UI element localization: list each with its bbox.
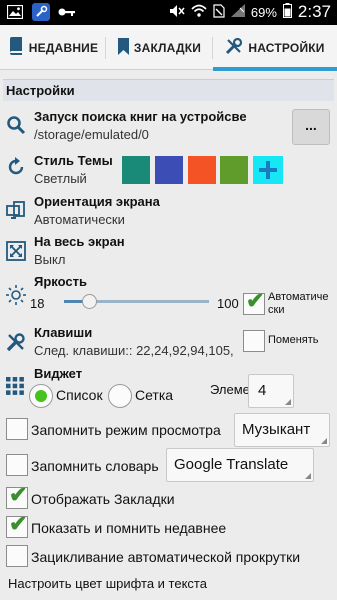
theme-value[interactable]: Светлый — [34, 171, 87, 186]
auto-brightness-label: Автоматически — [268, 291, 329, 316]
image-icon — [6, 3, 24, 21]
brightness-min: 18 — [30, 296, 45, 311]
show-recent-label: Показать и помнить недавнее — [31, 520, 227, 536]
view-mode-value: Музыкант — [242, 421, 311, 438]
dropdown-corner-icon — [285, 399, 291, 405]
theme-refresh-icon — [6, 157, 26, 177]
tab-recent-label: НЕДАВНИЕ — [28, 40, 99, 55]
check-icon: ✔ — [9, 511, 28, 536]
brightness-slider-thumb[interactable] — [81, 294, 97, 309]
fullscreen-value[interactable]: Выкл — [34, 252, 65, 267]
orientation-icon — [6, 201, 26, 221]
auto-brightness-checkbox[interactable]: ✔ — [243, 288, 265, 315]
remember-dict-label: Запомнить словарь — [31, 458, 159, 474]
tab-bookmarks[interactable]: ЗАКЛАДКИ — [106, 25, 213, 70]
theme-color-swatch[interactable] — [155, 156, 183, 184]
widget-title: Виджет — [34, 366, 83, 381]
search-books-path: /storage/emulated/0 — [34, 127, 149, 142]
show-bookmarks-label: Отображать Закладки — [31, 491, 175, 507]
brightness-icon — [6, 285, 26, 305]
bookmark-icon — [117, 37, 129, 58]
remember-view-label: Запомнить режим просмотра — [31, 422, 221, 438]
wifi-icon — [191, 4, 207, 20]
show-bookmarks-checkbox[interactable]: ✔ — [6, 482, 28, 509]
orientation-title: Ориентация экрана — [34, 194, 160, 209]
font-color-setting[interactable]: Настроить цвет шрифта и текста — [8, 576, 207, 591]
swap-keys-checkbox[interactable]: ✔ — [243, 330, 265, 352]
key-icon — [58, 3, 76, 21]
tools-icon — [225, 37, 243, 58]
search-books-title[interactable]: Запуск поиска книг на устройсве — [34, 109, 247, 124]
tab-settings-label: НАСТРОЙКИ — [248, 40, 325, 55]
battery-icon — [282, 3, 292, 21]
tab-bar: НЕДАВНИЕ ЗАКЛАДКИ НАСТРОЙКИ — [0, 25, 337, 71]
keys-title: Клавиши — [34, 325, 93, 340]
widget-list-radio[interactable] — [29, 384, 53, 408]
tab-bookmarks-label: ЗАКЛАДКИ — [133, 40, 202, 55]
swap-keys-label: Поменять — [268, 334, 319, 346]
section-header: Настройки — [3, 79, 334, 101]
search-icon — [6, 115, 26, 135]
battery-percent: 69% — [250, 4, 277, 20]
fullscreen-icon — [6, 241, 26, 261]
orientation-value[interactable]: Автоматически — [34, 212, 125, 227]
dictionary-dropdown[interactable]: Google Translate — [166, 448, 314, 482]
autoscroll-loop-label: Зацикливание автоматической прокрутки — [31, 549, 301, 565]
widget-list-label: Список — [56, 387, 103, 403]
tab-recent[interactable]: НЕДАВНИЕ — [0, 25, 106, 70]
book-icon — [8, 37, 24, 58]
tools-icon — [6, 332, 26, 352]
brightness-title: Яркость — [34, 274, 87, 289]
dictionary-value: Google Translate — [174, 456, 289, 473]
signal-icon — [230, 4, 245, 20]
radio-selected-dot — [35, 390, 47, 402]
theme-color-swatch[interactable] — [220, 156, 248, 184]
autoscroll-loop-checkbox[interactable]: ✔ — [6, 545, 28, 567]
remember-dict-checkbox[interactable]: ✔ — [6, 454, 28, 476]
grid-icon — [6, 377, 26, 397]
tab-settings[interactable]: НАСТРОЙКИ — [213, 25, 337, 71]
dropdown-corner-icon — [321, 438, 327, 444]
wrench-app-icon — [32, 3, 50, 21]
brightness-max: 100 — [217, 296, 239, 311]
theme-title: Стиль Темы — [34, 153, 113, 168]
widget-grid-label: Сетка — [135, 387, 174, 403]
show-recent-checkbox[interactable]: ✔ — [6, 511, 28, 538]
clock: 2:37 — [297, 2, 331, 21]
settings-panel: Настройки Запуск поиска книг на устройсв… — [0, 71, 337, 600]
browse-folder-button[interactable]: ... — [292, 109, 330, 145]
status-bar: 69% 2:37 — [0, 0, 337, 25]
widget-elements-value: 4 — [258, 382, 267, 399]
theme-color-swatch[interactable] — [188, 156, 216, 184]
check-icon: ✔ — [9, 482, 28, 507]
theme-color-swatch[interactable] — [122, 156, 150, 184]
add-color-button[interactable] — [253, 156, 283, 184]
no-sim-icon — [213, 3, 225, 21]
view-mode-dropdown[interactable]: Музыкант — [234, 413, 330, 447]
remember-view-checkbox[interactable]: ✔ — [6, 418, 28, 440]
mute-icon — [169, 4, 185, 21]
fullscreen-title: На весь экран — [34, 234, 125, 249]
check-icon: ✔ — [246, 288, 265, 313]
keys-value[interactable]: След. клавиши:: 22,24,92,94,105, — [34, 343, 234, 358]
dropdown-corner-icon — [305, 473, 311, 479]
widget-grid-radio[interactable] — [108, 384, 132, 408]
widget-elements-dropdown[interactable]: 4 — [248, 374, 294, 408]
plus-icon — [259, 161, 277, 179]
